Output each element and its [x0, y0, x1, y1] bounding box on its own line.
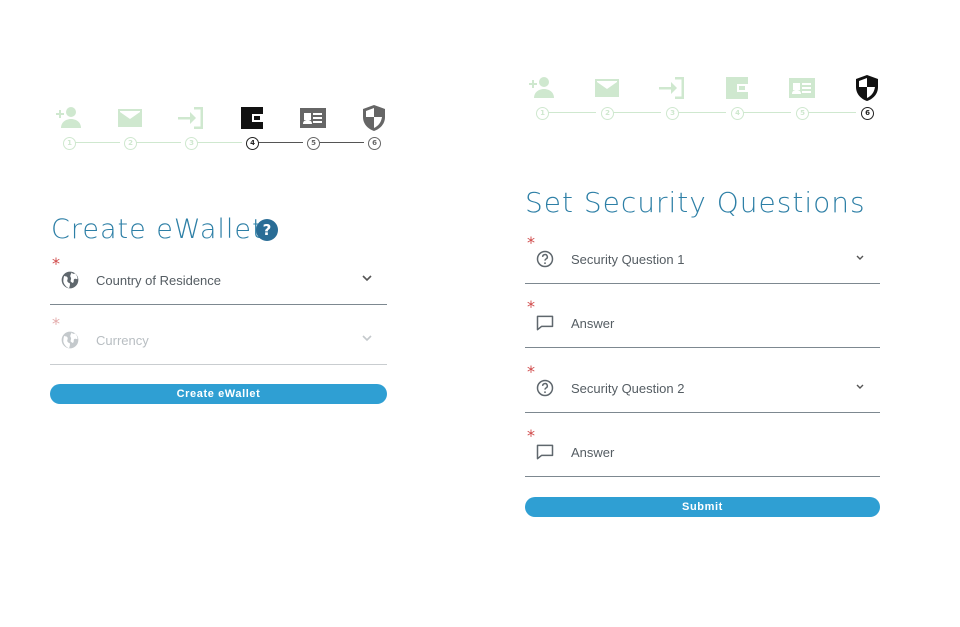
step-connector	[197, 142, 242, 143]
answer-2-field[interactable]: * Answer	[525, 426, 880, 477]
chevron-down-icon[interactable]	[361, 332, 373, 344]
login-icon	[657, 74, 687, 102]
globe-icon	[60, 270, 80, 290]
field-label: Answer	[571, 316, 615, 331]
globe-icon	[60, 330, 80, 350]
required-marker: *	[527, 426, 535, 445]
required-marker: *	[527, 362, 535, 381]
id-card-icon	[298, 104, 328, 132]
step-connector	[319, 142, 364, 143]
submit-button[interactable]: Submit	[525, 497, 880, 517]
chevron-down-icon[interactable]	[854, 251, 866, 263]
progress-stepper: 1 2 3 4 5 6	[523, 74, 883, 134]
step-number: 6	[368, 137, 381, 150]
step-number: 2	[124, 137, 137, 150]
mail-icon	[115, 104, 145, 132]
login-icon	[176, 104, 206, 132]
mail-icon	[592, 74, 622, 102]
step-connector	[743, 112, 791, 113]
progress-stepper: 1 2 3 4 5 6	[50, 104, 390, 164]
add-user-icon	[527, 74, 557, 102]
create-ewallet-panel: 1 2 3 4 5 6 Create eWallet ? * Country o…	[0, 0, 480, 627]
required-marker: *	[527, 297, 535, 316]
comment-icon	[535, 313, 555, 333]
security-questions-panel: 1 2 3 4 5 6 Set Security Questions * Sec…	[480, 0, 960, 627]
required-marker: *	[527, 233, 535, 252]
security-question-1-select[interactable]: * Security Question 1	[525, 233, 880, 284]
wallet-icon	[237, 104, 267, 132]
field-label: Country of Residence	[96, 273, 222, 288]
chevron-down-icon[interactable]	[361, 272, 373, 284]
field-label: Security Question 1	[571, 252, 685, 267]
required-marker: *	[52, 254, 60, 273]
create-ewallet-button[interactable]: Create eWallet	[50, 384, 387, 404]
page-title: Create eWallet	[51, 214, 264, 245]
page-title: Set Security Questions	[525, 186, 866, 219]
step-connector	[75, 142, 120, 143]
shield-icon	[852, 74, 882, 102]
step-connector	[136, 142, 181, 143]
comment-icon	[535, 442, 555, 462]
field-label: Answer	[571, 445, 615, 460]
step-number: 1	[536, 107, 549, 120]
required-marker: *	[52, 314, 60, 333]
step-connector	[548, 112, 596, 113]
question-icon	[535, 378, 555, 398]
step-number: 4	[246, 137, 259, 150]
security-question-2-select[interactable]: * Security Question 2	[525, 362, 880, 413]
question-icon	[535, 249, 555, 269]
wallet-icon	[722, 74, 752, 102]
step-number: 5	[796, 107, 809, 120]
chevron-down-icon[interactable]	[854, 380, 866, 392]
step-connector	[613, 112, 661, 113]
step-number: 3	[666, 107, 679, 120]
step-connector	[808, 112, 856, 113]
currency-select[interactable]: * Currency	[50, 314, 387, 365]
step-number: 2	[601, 107, 614, 120]
country-of-residence-select[interactable]: * Country of Residence	[50, 254, 387, 305]
step-number: 5	[307, 137, 320, 150]
shield-icon	[359, 104, 389, 132]
step-number: 3	[185, 137, 198, 150]
field-label: Currency	[96, 333, 149, 348]
step-number: 6	[861, 107, 874, 120]
answer-1-field[interactable]: * Answer	[525, 297, 880, 348]
step-number: 4	[731, 107, 744, 120]
step-connector	[258, 142, 303, 143]
add-user-icon	[54, 104, 84, 132]
step-connector	[678, 112, 726, 113]
id-card-icon	[787, 74, 817, 102]
field-label: Security Question 2	[571, 381, 685, 396]
step-number: 1	[63, 137, 76, 150]
help-icon[interactable]: ?	[256, 219, 278, 241]
